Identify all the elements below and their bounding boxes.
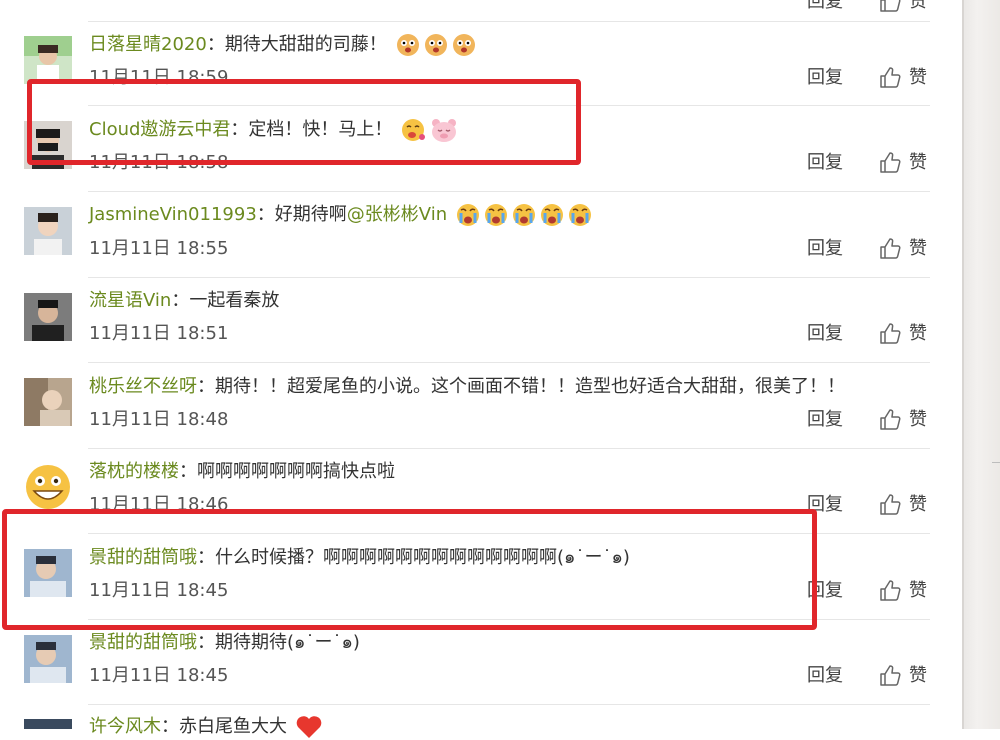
comment-text: 流星语Vin：一起看秦放 bbox=[89, 290, 280, 311]
page-edge bbox=[962, 0, 1000, 729]
reply-button[interactable]: 回复 bbox=[807, 664, 843, 688]
divider bbox=[88, 362, 930, 363]
reply-button[interactable]: 回复 bbox=[807, 66, 843, 90]
like-button[interactable]: 赞 bbox=[909, 66, 927, 90]
thumbs-up-icon[interactable] bbox=[878, 408, 902, 432]
like-button[interactable]: 赞 bbox=[909, 237, 927, 261]
cry-face-icon bbox=[484, 204, 507, 226]
edge-tick bbox=[992, 462, 1000, 463]
cry-face-icon bbox=[512, 204, 535, 226]
timestamp: 11月11日 18:55 bbox=[89, 238, 229, 259]
cry-face-icon bbox=[540, 204, 563, 226]
edge-line bbox=[962, 0, 964, 729]
shock-face-icon bbox=[424, 34, 447, 56]
reply-button[interactable]: 回复 bbox=[807, 151, 843, 175]
thumbs-up-icon[interactable] bbox=[878, 237, 902, 261]
highlight-box bbox=[2, 509, 817, 630]
comment-text: 日落星晴2020：期待大甜甜的司藤！ bbox=[89, 32, 477, 58]
comment-text: JasmineVin011993：好期待啊@张彬彬Vin bbox=[89, 202, 593, 228]
like-button[interactable]: 赞 bbox=[909, 408, 927, 432]
username-link[interactable]: JasmineVin011993 bbox=[89, 204, 257, 225]
divider bbox=[88, 277, 930, 278]
shock-face-icon bbox=[452, 34, 475, 56]
username-link[interactable]: 桃乐丝不丝呀 bbox=[89, 376, 197, 397]
reply-button[interactable]: 回复 bbox=[807, 237, 843, 261]
cry-face-icon bbox=[568, 204, 591, 226]
username-link[interactable]: 许今风木 bbox=[89, 716, 161, 737]
reply-button[interactable]: 回复 bbox=[807, 0, 843, 14]
thumbs-up-icon[interactable] bbox=[878, 664, 902, 688]
avatar[interactable] bbox=[24, 207, 72, 255]
reply-button[interactable]: 回复 bbox=[807, 408, 843, 432]
cry-face-icon bbox=[456, 204, 479, 226]
shock-face-icon bbox=[396, 34, 419, 56]
thumbs-up-icon[interactable] bbox=[878, 322, 902, 346]
username-link[interactable]: 景甜的甜筒哦 bbox=[89, 632, 197, 653]
avatar[interactable] bbox=[24, 635, 72, 683]
like-button[interactable]: 赞 bbox=[909, 0, 927, 14]
divider bbox=[88, 448, 930, 449]
thumbs-up-icon[interactable] bbox=[878, 151, 902, 175]
avatar[interactable] bbox=[24, 463, 72, 511]
thumbs-up-icon[interactable] bbox=[878, 493, 902, 517]
like-button[interactable]: 赞 bbox=[909, 493, 927, 517]
thumbs-up-icon[interactable] bbox=[878, 66, 902, 90]
thumbs-up-icon[interactable] bbox=[878, 0, 902, 14]
comment-text: 许今风木：赤白尾鱼大大 bbox=[89, 714, 323, 740]
comment-text: 景甜的甜筒哦：期待期待(๑˙ー˙๑) bbox=[89, 632, 360, 653]
divider bbox=[88, 21, 930, 22]
like-button[interactable]: 赞 bbox=[909, 322, 927, 346]
timestamp: 11月11日 18:48 bbox=[89, 409, 229, 430]
reply-button[interactable]: 回复 bbox=[807, 322, 843, 346]
divider bbox=[88, 191, 930, 192]
comment-text: 落枕的楼楼：啊啊啊啊啊啊啊搞快点啦 bbox=[89, 461, 395, 482]
username-link[interactable]: 日落星晴2020 bbox=[89, 34, 207, 55]
thumbs-up-icon[interactable] bbox=[878, 579, 902, 603]
highlight-box bbox=[27, 79, 581, 165]
avatar[interactable] bbox=[24, 378, 72, 426]
like-button[interactable]: 赞 bbox=[909, 579, 927, 603]
comment-text: 桃乐丝不丝呀：期待！！超爱尾鱼的小说。这个画面不错！！造型也好适合大甜甜，很美了… bbox=[89, 376, 845, 397]
avatar[interactable] bbox=[24, 293, 72, 341]
username-link[interactable]: 流星语Vin bbox=[89, 290, 171, 311]
username-link[interactable]: 落枕的楼楼 bbox=[89, 461, 179, 482]
mention-link[interactable]: @张彬彬Vin bbox=[347, 204, 447, 225]
avatar[interactable] bbox=[24, 719, 72, 729]
like-button[interactable]: 赞 bbox=[909, 151, 927, 175]
like-button[interactable]: 赞 bbox=[909, 664, 927, 688]
timestamp: 11月11日 18:51 bbox=[89, 323, 229, 344]
timestamp: 11月11日 18:45 bbox=[89, 665, 229, 686]
divider bbox=[88, 704, 930, 705]
avatar[interactable] bbox=[24, 36, 72, 84]
heart-icon bbox=[296, 716, 322, 738]
